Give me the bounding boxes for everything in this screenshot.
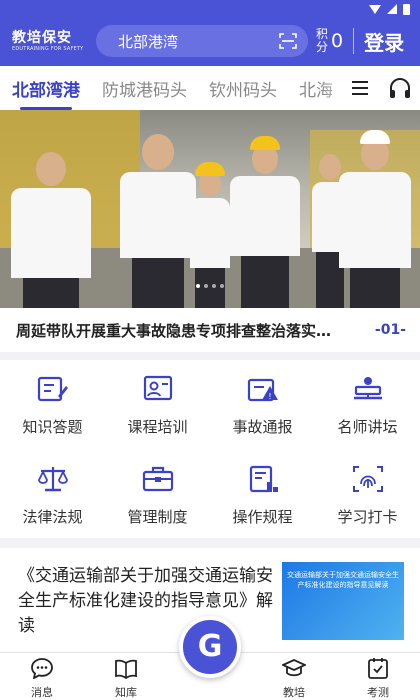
feature-quiz[interactable]: 知识答题	[0, 374, 105, 437]
message-icon	[31, 658, 53, 680]
book-icon	[115, 659, 137, 680]
lecture-icon	[353, 377, 382, 400]
status-bar	[0, 0, 420, 18]
search-value: 北部港湾	[118, 32, 179, 51]
app-logo: 教培保安 EDUTRAINING FOR SAFETY	[12, 30, 84, 52]
pagination-dot[interactable]	[212, 284, 216, 288]
banner-pagination	[196, 284, 224, 288]
banner-person	[118, 134, 198, 308]
feature-lecture[interactable]: 名师讲坛	[315, 374, 420, 437]
header-divider	[353, 28, 355, 54]
center-action-button[interactable]: G	[179, 616, 241, 678]
nav-exam[interactable]: 考测	[336, 653, 420, 700]
tab-fangcheng[interactable]: 防城港码头	[102, 76, 187, 101]
feature-grid: 知识答题 课程培训 ! 事故通报 名师讲坛 法律法规 管理制度 操作规程 学习打…	[0, 360, 420, 538]
banner-person	[228, 136, 302, 308]
banner-person	[8, 152, 94, 308]
article-thumbnail: 交通运输部关于加强交通运输安全生产标准化建设的指导意见解读	[282, 562, 404, 640]
nav-messages[interactable]: 消息	[0, 653, 84, 700]
battery-icon	[403, 3, 410, 15]
pagination-dot[interactable]	[220, 284, 224, 288]
course-icon	[143, 375, 172, 401]
feature-law[interactable]: 法律法规	[0, 464, 105, 527]
points-display: 积分 0	[316, 28, 343, 54]
feature-checkin[interactable]: 学习打卡	[315, 464, 420, 527]
briefcase-icon	[142, 466, 173, 492]
pagination-dot[interactable]	[204, 284, 208, 288]
points-value: 0	[331, 30, 344, 52]
pagination-dot[interactable]	[196, 284, 200, 288]
nav-training[interactable]: 教培	[252, 653, 336, 700]
svg-text:!: !	[268, 392, 271, 401]
article-title: 《交通运输部关于加强交通运输安全生产标准化建设的指导意见》解读	[18, 566, 273, 636]
search-input[interactable]: 北部港湾	[96, 25, 308, 57]
banner-person	[336, 130, 414, 308]
feature-accident[interactable]: ! 事故通报	[210, 374, 315, 437]
banner-index: -01-	[374, 322, 406, 338]
alert-icon: !	[247, 378, 278, 402]
menu-icon[interactable]	[350, 78, 370, 98]
feature-management[interactable]: 管理制度	[105, 464, 210, 527]
scan-icon[interactable]	[278, 31, 298, 51]
banner-caption[interactable]: 周延带队开展重大事故隐患专项排查整治落实… -01-	[0, 308, 420, 352]
banner-caption-title: 周延带队开展重大事故隐患专项排查整治落实…	[16, 321, 332, 340]
port-tabs: 北部湾港 防城港码头 钦州码头 北海	[0, 66, 420, 110]
feature-procedure[interactable]: 操作规程	[210, 464, 315, 527]
nav-knowledge[interactable]: 知库	[84, 653, 168, 700]
signal-icon	[387, 4, 397, 14]
exam-icon	[368, 658, 388, 679]
procedure-icon	[249, 465, 278, 493]
news-banner[interactable]	[0, 110, 420, 308]
feature-course[interactable]: 课程培训	[105, 374, 210, 437]
graduation-icon	[280, 659, 308, 677]
points-label: 积分	[316, 27, 329, 54]
fingerprint-icon	[352, 466, 383, 492]
login-button[interactable]: 登录	[364, 27, 404, 56]
scale-icon	[37, 467, 68, 492]
tab-qinzhou[interactable]: 钦州码头	[209, 76, 277, 101]
quiz-icon	[37, 376, 68, 402]
tab-beibuwan[interactable]: 北部湾港	[12, 76, 80, 110]
wifi-icon	[369, 4, 381, 14]
headset-icon[interactable]	[388, 77, 412, 99]
